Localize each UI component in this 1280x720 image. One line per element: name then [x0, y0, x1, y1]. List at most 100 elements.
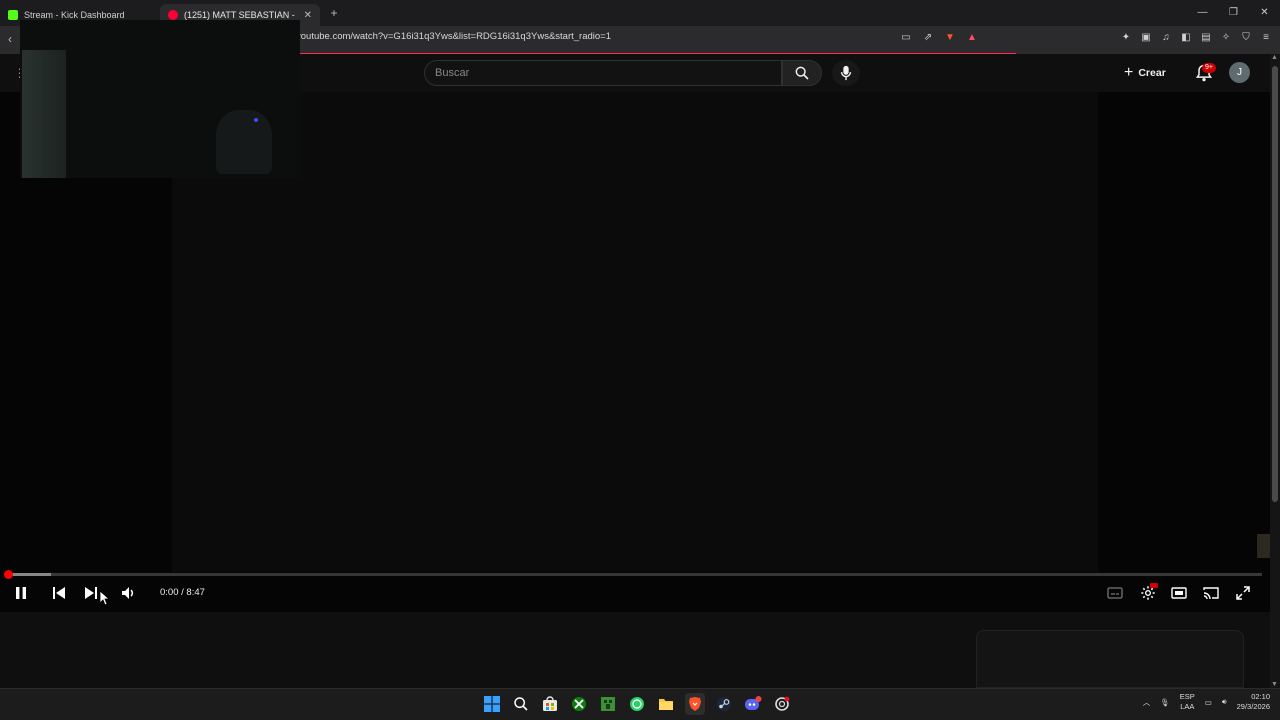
whatsapp-icon — [630, 697, 644, 711]
cast-button[interactable] — [1202, 582, 1220, 604]
scrubber-handle[interactable] — [4, 570, 13, 579]
volume-icon — [122, 587, 134, 599]
brave-icon — [689, 697, 701, 711]
search-box[interactable] — [424, 60, 782, 86]
page-scrollbar[interactable]: ▲ ▼ — [1270, 54, 1280, 688]
search-button[interactable] — [782, 60, 822, 86]
share-icon[interactable]: ⇗ — [922, 31, 934, 45]
xbox-button[interactable] — [569, 693, 589, 715]
windows-taskbar: ︿ 🎙︎ ESP LAA ▭ 🔊︎ 02:10 29/3/2026 — [0, 688, 1280, 720]
wallet-icon[interactable]: ▤ — [1200, 31, 1212, 45]
volume-tray-icon[interactable]: 🔊︎ — [1222, 697, 1227, 707]
extensions-icon[interactable]: ✦ — [1120, 31, 1132, 45]
previous-icon — [53, 587, 65, 599]
clock-date: 29/3/2026 — [1236, 702, 1270, 711]
display-icon[interactable]: ▭ — [1205, 698, 1212, 707]
chevron-up-icon[interactable]: ︿ — [1143, 697, 1151, 708]
pause-icon — [16, 587, 26, 599]
fullscreen-icon — [1236, 586, 1250, 600]
tab-title: (1251) MATT SEBASTIAN - MAN — [184, 10, 298, 20]
search-input[interactable] — [435, 67, 765, 79]
below-player-area — [0, 612, 1270, 688]
close-tab-icon[interactable]: ✕ — [304, 10, 312, 21]
toolbar-extensions: ✦ ▣ ♫ ◧ ▤ ✧ ⛉ ≡ — [1120, 31, 1272, 45]
close-window-icon[interactable]: ✕ — [1249, 0, 1280, 26]
file-explorer-button[interactable] — [656, 693, 676, 715]
webcam-light — [254, 118, 258, 122]
webcam-overlay — [20, 20, 300, 178]
plus-icon: + — [1124, 64, 1134, 81]
brave-shields-icon[interactable]: ▼ — [944, 31, 956, 45]
time-display: 0:00 / 8:47 — [160, 587, 205, 598]
language-code: ESP — [1179, 692, 1195, 701]
settings-button[interactable] — [1138, 582, 1158, 604]
install-app-icon[interactable]: ▭ — [900, 31, 912, 45]
player-controls: 0:00 / 8:47 — [0, 582, 1270, 604]
back-icon[interactable]: ‹ — [8, 32, 12, 46]
progress-bar[interactable] — [8, 573, 1262, 576]
mouse-cursor-icon — [99, 590, 109, 606]
scroll-thumb[interactable] — [1272, 66, 1278, 502]
cast-icon — [1203, 587, 1219, 600]
webcam-background — [22, 50, 66, 178]
brave-rewards-icon[interactable]: ▲ — [966, 31, 978, 45]
chatgpt-button[interactable] — [772, 693, 792, 715]
search-icon — [514, 697, 528, 711]
xbox-icon — [572, 697, 586, 711]
language-indicator[interactable]: ESP LAA — [1180, 692, 1195, 712]
minecraft-button[interactable] — [598, 693, 618, 715]
leo-ai-icon[interactable]: ✧ — [1220, 31, 1232, 45]
tab-title: Stream - Kick Dashboard — [24, 10, 125, 20]
microsoft-store-button[interactable] — [540, 693, 560, 715]
microphone-icon — [840, 65, 852, 81]
microphone-tray-icon[interactable]: 🎙︎ — [1160, 698, 1170, 707]
voice-search-button[interactable] — [832, 60, 860, 86]
create-button[interactable]: + Crear — [1124, 62, 1166, 84]
media-icon[interactable]: ♫ — [1160, 31, 1172, 45]
taskbar-apps — [482, 693, 792, 715]
scroll-up-icon[interactable]: ▲ — [1271, 54, 1278, 61]
pause-button[interactable] — [12, 582, 30, 604]
progress-buffer — [8, 573, 51, 576]
subtitles-icon — [1107, 587, 1123, 599]
subtitles-button[interactable] — [1106, 582, 1124, 604]
restore-icon[interactable]: ❐ — [1218, 0, 1249, 26]
avatar[interactable]: J — [1229, 62, 1250, 83]
whatsapp-button[interactable] — [627, 693, 647, 715]
playlist-panel — [976, 630, 1244, 688]
chatgpt-icon — [775, 696, 790, 711]
search-icon — [795, 66, 809, 80]
discord-button[interactable] — [743, 693, 763, 715]
steam-button[interactable] — [714, 693, 734, 715]
minecraft-icon — [601, 697, 615, 711]
create-label: Crear — [1138, 67, 1166, 79]
vpn-icon[interactable]: ⛉ — [1240, 31, 1252, 45]
menu-icon[interactable]: ≡ — [1260, 31, 1272, 45]
start-icon — [484, 696, 500, 712]
screenshot-icon[interactable]: ▣ — [1140, 31, 1152, 45]
address-bar-actions: ▭ ⇗ ▼ ▲ — [900, 31, 978, 45]
fullscreen-button[interactable] — [1234, 582, 1252, 604]
taskbar-search-button[interactable] — [511, 693, 531, 715]
language-layout: LAA — [1180, 702, 1195, 711]
clock[interactable]: 02:10 29/3/2026 — [1237, 692, 1270, 712]
file-explorer-icon — [659, 699, 673, 710]
minimize-icon[interactable]: — — [1187, 0, 1218, 26]
new-tab-button[interactable]: + — [324, 6, 344, 20]
kick-favicon-icon — [8, 10, 18, 20]
next-button[interactable] — [82, 582, 100, 604]
volume-button[interactable] — [120, 582, 138, 604]
system-tray: ︿ 🎙︎ ESP LAA ▭ 🔊︎ 02:10 29/3/2026 — [1143, 692, 1270, 712]
store-icon — [543, 696, 557, 711]
window-controls: — ❐ ✕ — [1187, 0, 1280, 26]
webcam-person — [216, 110, 272, 174]
theater-mode-button[interactable] — [1170, 582, 1188, 604]
address-bar[interactable]: youtube.com/watch?v=G16i31q3Yws&list=RDG… — [296, 31, 611, 42]
previous-button[interactable] — [50, 582, 68, 604]
brave-browser-button[interactable] — [685, 693, 705, 715]
start-button[interactable] — [482, 693, 502, 715]
notifications-badge: 9+ — [1202, 63, 1216, 73]
video-frame[interactable] — [172, 92, 1098, 572]
scroll-down-icon[interactable]: ▼ — [1271, 681, 1278, 688]
sidebar-icon[interactable]: ◧ — [1180, 31, 1192, 45]
